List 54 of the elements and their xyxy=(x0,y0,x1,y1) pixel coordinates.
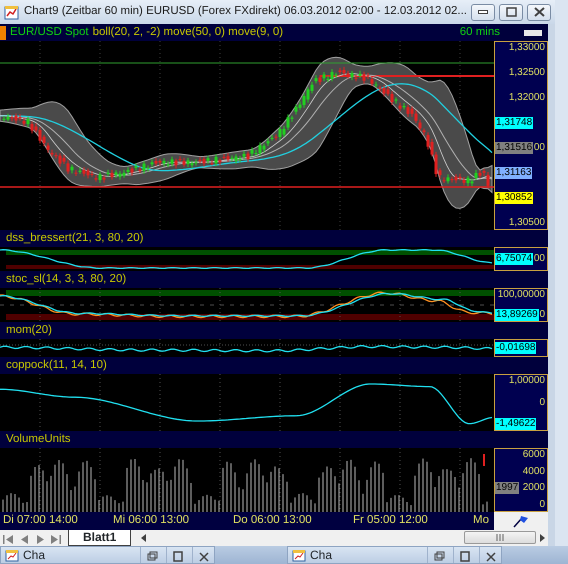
axis-label: 0 xyxy=(538,396,545,408)
minimize-button[interactable] xyxy=(471,4,495,20)
panel-title: VolumeUnits xyxy=(6,432,71,447)
taskbar-label: Cha xyxy=(310,547,334,564)
marker-icon xyxy=(0,26,6,40)
value-tag: 1,31516 xyxy=(495,142,534,154)
minimize-icon xyxy=(478,10,488,14)
axis-label: 00 xyxy=(534,142,545,154)
restore-button[interactable] xyxy=(499,4,523,20)
chart-window-icon xyxy=(4,4,20,20)
scrollbar-thumb[interactable] xyxy=(464,531,536,544)
chart-window-icon xyxy=(292,548,306,562)
symbol-label: EUR/USD Spot xyxy=(10,24,89,40)
window-title: Chart9 (Zeitbar 60 min) EURUSD (Forex FXdirekt) 06.03.2012 02:00 - 12.03.2012 02... xyxy=(24,4,467,20)
value-tag: 1,31163 xyxy=(495,167,532,179)
sheet-tab[interactable]: Blatt1 xyxy=(68,530,132,546)
value-tag: 1,30852 xyxy=(495,192,534,204)
axis-label: 2000 xyxy=(522,482,545,494)
axis-label: 1,32000 xyxy=(508,92,545,104)
panel-title: coppock(11, 14, 10) xyxy=(6,358,107,373)
panel-title: dss_bressert(21, 3, 80, 20) xyxy=(6,230,144,246)
chart-window-icon xyxy=(5,548,19,562)
panel-title: stoc_sl(14, 3, 3, 80, 20) xyxy=(6,272,126,287)
axis-label: 00 xyxy=(534,253,545,265)
axis-label: 1,33000 xyxy=(508,42,545,54)
axis-label: 1,00000 xyxy=(508,375,545,387)
axis-label: 6000 xyxy=(522,449,545,461)
restore-icon xyxy=(506,7,516,17)
grip-icon xyxy=(496,534,504,541)
panel-toggle-icon[interactable] xyxy=(524,30,542,36)
flag-icon xyxy=(512,514,530,528)
value-tag: 1,31748 xyxy=(495,117,534,129)
axis-label: 0 xyxy=(539,309,545,321)
taskbar-label: Cha xyxy=(23,547,46,564)
time-axis-label: Fr 05:00 12:00 xyxy=(353,513,429,528)
close-button[interactable] xyxy=(527,4,551,20)
value-tag: 6,75074 xyxy=(495,253,534,265)
panel-title: mom(20) xyxy=(6,322,52,338)
axis-label: 0 xyxy=(538,498,545,511)
value-tag: -1,49622 xyxy=(495,418,536,430)
axis-label: 1,30500 xyxy=(508,217,545,229)
value-tag: 13,89269 xyxy=(495,309,539,321)
timeframe-label: 60 mins xyxy=(460,24,500,40)
axis-label: 1,32500 xyxy=(508,67,545,79)
value-tag: 1997 xyxy=(495,482,520,494)
value-tag: -0,01698 xyxy=(495,342,536,354)
time-axis-label: Di 07:00 14:00 xyxy=(3,513,79,528)
time-axis-label: Mi 06:00 13:00 xyxy=(113,513,190,528)
time-axis-label: Mo xyxy=(473,513,490,528)
indicator-label: boll(20, 2, -2) move(50, 0) move(9, 0) xyxy=(92,24,284,40)
axis-label: 100,00000 xyxy=(496,289,545,301)
axis-label: 4000 xyxy=(522,466,545,478)
time-axis-label: Do 06:00 13:00 xyxy=(233,513,313,528)
close-icon xyxy=(534,7,544,17)
